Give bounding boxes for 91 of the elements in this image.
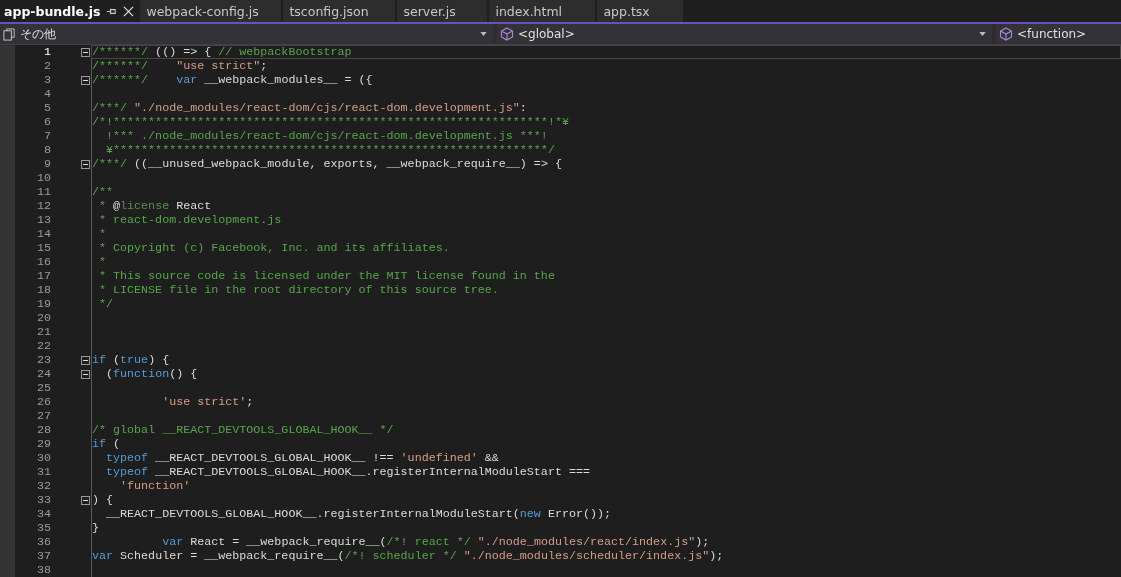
code-line: }: [91, 521, 1121, 535]
line-number: 28: [35, 423, 51, 437]
code-line: * This source code is licensed under the MIT license found in the: [91, 269, 1121, 283]
line-number: 27: [35, 409, 51, 423]
line-number: 8: [43, 143, 51, 157]
code-line: *: [91, 227, 1121, 241]
line-number: 33: [35, 493, 51, 507]
line-number: 2: [43, 59, 51, 73]
file-tab[interactable]: webpack-config.js: [140, 0, 282, 22]
code-line: * Copyright (c) Facebook, Inc. and its affiliates.: [91, 241, 1121, 255]
line-number: 24: [35, 367, 51, 381]
code-line: if (: [91, 437, 1121, 451]
line-number: 11: [35, 185, 51, 199]
line-number: 7: [43, 129, 51, 143]
code-line: typeof __REACT_DEVTOOLS_GLOBAL_HOOK__.registerInternalModuleStart ===: [91, 465, 1121, 479]
collapse-icon[interactable]: [81, 355, 90, 365]
code-line: /**: [91, 185, 1121, 199]
line-number: 1: [43, 45, 51, 59]
collapse-icon[interactable]: [81, 47, 90, 57]
caret-icon: [979, 32, 986, 36]
caret-icon: [480, 32, 487, 36]
line-number: 22: [35, 339, 51, 353]
member-dropdown[interactable]: <function>: [996, 24, 1121, 44]
collapse-icon[interactable]: [81, 495, 90, 505]
code-line: /***/ ((__unused_webpack_module, exports, __webpack_require__) => {: [91, 157, 1121, 171]
scope-name: <global>: [518, 27, 576, 41]
code-line: var React = __webpack_require__(/*! react */ "./node_modules/react/index.js");: [91, 535, 1121, 549]
code-line: /* global __REACT_DEVTOOLS_GLOBAL_HOOK__ */: [91, 423, 1121, 437]
project-dropdown[interactable]: その他: [0, 24, 493, 44]
line-number: 17: [35, 269, 51, 283]
code-line: ¥**************************************************************/: [91, 143, 1121, 157]
file-tab[interactable]: server.js: [397, 0, 488, 22]
line-number: 26: [35, 395, 51, 409]
code-line: if (true) {: [91, 353, 1121, 367]
code-line: 'function': [91, 479, 1121, 493]
file-tab[interactable]: index.html: [489, 0, 596, 22]
code-line: (function() {: [91, 367, 1121, 381]
line-number: 29: [35, 437, 51, 451]
line-number: 19: [35, 297, 51, 311]
cube-icon: [500, 27, 514, 41]
code-line: /*!**************************************************************!*¥: [91, 115, 1121, 129]
code-line: * react-dom.development.js: [91, 213, 1121, 227]
line-number: 36: [35, 535, 51, 549]
line-number: 35: [35, 521, 51, 535]
line-number: 15: [35, 241, 51, 255]
line-number: 25: [35, 381, 51, 395]
project-name: その他: [20, 25, 57, 43]
line-number: 21: [35, 325, 51, 339]
line-number: 14: [35, 227, 51, 241]
line-number: 30: [35, 451, 51, 465]
line-number: 6: [43, 115, 51, 129]
scope-dropdown[interactable]: <global>: [497, 24, 992, 44]
code-line: /***/ "./node_modules/react-dom/cjs/react-dom.development.js":: [91, 101, 1121, 115]
line-number: 12: [35, 199, 51, 213]
code-line: /******/ (() => { // webpackBootstrap: [91, 45, 1121, 59]
line-number: 4: [43, 87, 51, 101]
line-number: 23: [35, 353, 51, 367]
code-line: __REACT_DEVTOOLS_GLOBAL_HOOK__.registerInternalModuleStart(new Error());: [91, 507, 1121, 521]
line-number: 34: [35, 507, 51, 521]
line-number: 18: [35, 283, 51, 297]
cube-icon: [999, 27, 1013, 41]
line-number: 31: [35, 465, 51, 479]
line-number: 20: [35, 311, 51, 325]
member-name: <function>: [1017, 27, 1087, 41]
copy-icon: [3, 27, 16, 41]
collapse-icon[interactable]: [81, 75, 90, 85]
code-line: /******/ var __webpack_modules__ = ({: [91, 73, 1121, 87]
line-number: 16: [35, 255, 51, 269]
line-number: 13: [35, 213, 51, 227]
code-line: 'use strict';: [91, 395, 1121, 409]
code-line: !*** ./node_modules/react-dom/cjs/react-dom.development.js ***!: [91, 129, 1121, 143]
line-number: 3: [43, 73, 51, 87]
code-line: *: [91, 255, 1121, 269]
file-tab[interactable]: app.tsx: [597, 0, 684, 22]
code-line: * @license React: [91, 199, 1121, 213]
code-line: */: [91, 297, 1121, 311]
line-number: 32: [35, 479, 51, 493]
code-line: /******/ "use strict";: [91, 59, 1121, 73]
line-number: 9: [43, 157, 51, 171]
line-number: 37: [35, 549, 51, 563]
code-line: ) {: [91, 493, 1121, 507]
collapse-icon[interactable]: [81, 369, 90, 379]
collapse-icon[interactable]: [81, 159, 90, 169]
line-number: 10: [35, 171, 51, 185]
line-number: 5: [43, 101, 51, 115]
file-tab[interactable]: tsconfig.json: [283, 0, 396, 22]
code-line: * LICENSE file in the root directory of this source tree.: [91, 283, 1121, 297]
close-icon[interactable]: [123, 5, 135, 17]
code-line: typeof __REACT_DEVTOOLS_GLOBAL_HOOK__ !== 'undefined' &&: [91, 451, 1121, 465]
line-number: 38: [35, 563, 51, 577]
code-line: var Scheduler = __webpack_require__(/*! scheduler */ "./node_modules/scheduler/index.js");: [91, 549, 1121, 563]
